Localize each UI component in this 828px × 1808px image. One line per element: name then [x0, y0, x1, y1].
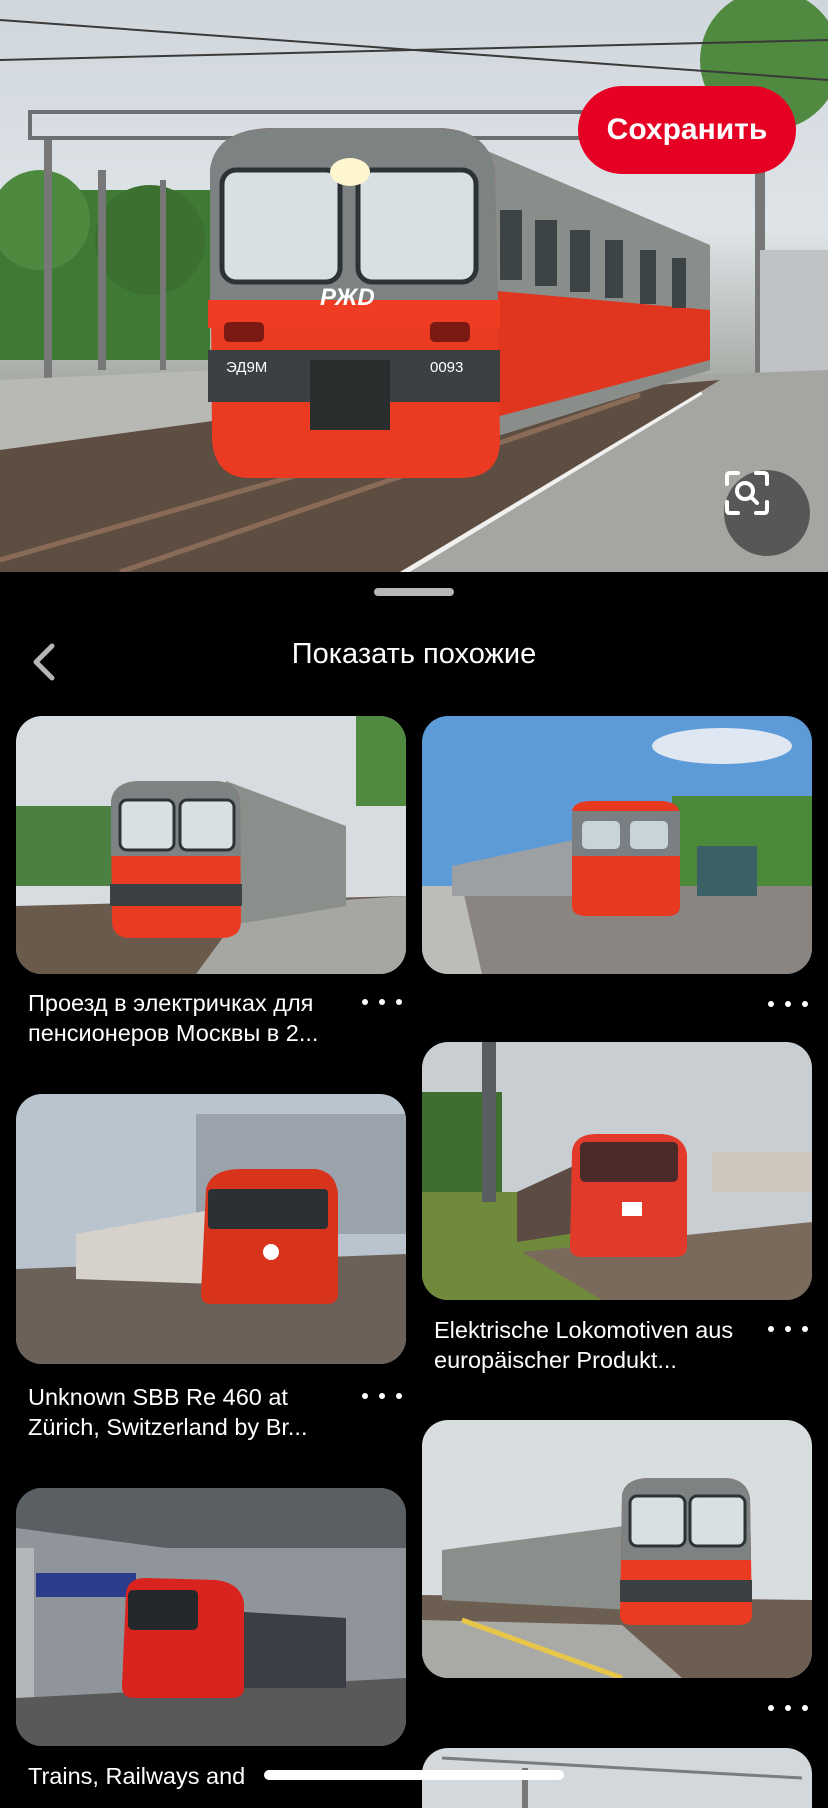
- pin-caption[interactable]: Elektrische Lokomotiven aus europäischer…: [434, 1315, 764, 1375]
- pin-image[interactable]: [422, 1042, 812, 1300]
- pin-image[interactable]: [16, 1488, 406, 1746]
- sheet-drag-handle[interactable]: [374, 588, 454, 596]
- train-number-left: ЭД9М: [226, 359, 267, 376]
- more-dots-icon[interactable]: [768, 1319, 808, 1339]
- pin-image[interactable]: [422, 716, 812, 974]
- pin-image[interactable]: [422, 1420, 812, 1678]
- save-button[interactable]: Сохранить: [578, 86, 796, 174]
- sheet-title: Показать похожие: [291, 638, 537, 670]
- pin-image[interactable]: [16, 716, 406, 974]
- pin-caption[interactable]: Проезд в электричках для пенсионеров Мос…: [28, 988, 348, 1048]
- more-dots-icon[interactable]: [362, 1386, 402, 1406]
- train-logo: РЖD: [320, 284, 375, 311]
- visual-search-icon[interactable]: [724, 470, 810, 556]
- pin-image[interactable]: [16, 1094, 406, 1364]
- more-dots-icon[interactable]: [768, 1698, 808, 1718]
- home-indicator[interactable]: [264, 1770, 564, 1780]
- train-number-right: 0093: [430, 359, 463, 376]
- more-dots-icon[interactable]: [362, 992, 402, 1012]
- pin-closeup-image[interactable]: РЖD ЭД9М 0093 Сохранить: [0, 0, 828, 572]
- more-dots-icon[interactable]: [768, 994, 808, 1014]
- pin-caption[interactable]: Unknown SBB Re 460 at Zürich, Switzerlan…: [28, 1382, 348, 1442]
